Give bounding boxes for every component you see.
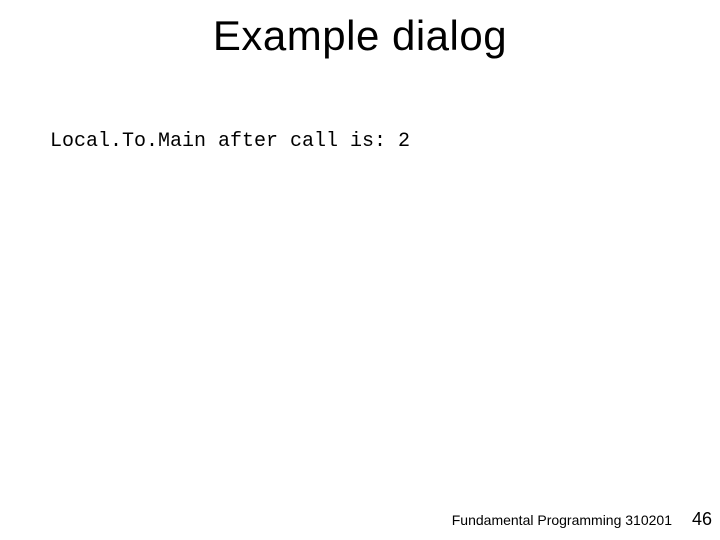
dialog-output-line: Local.To.Main after call is: 2 — [50, 130, 410, 153]
slide-container: Example dialog Local.To.Main after call … — [0, 0, 720, 540]
slide-title: Example dialog — [0, 12, 720, 60]
footer-text: Fundamental Programming 310201 — [452, 512, 672, 528]
page-number: 46 — [692, 509, 712, 530]
